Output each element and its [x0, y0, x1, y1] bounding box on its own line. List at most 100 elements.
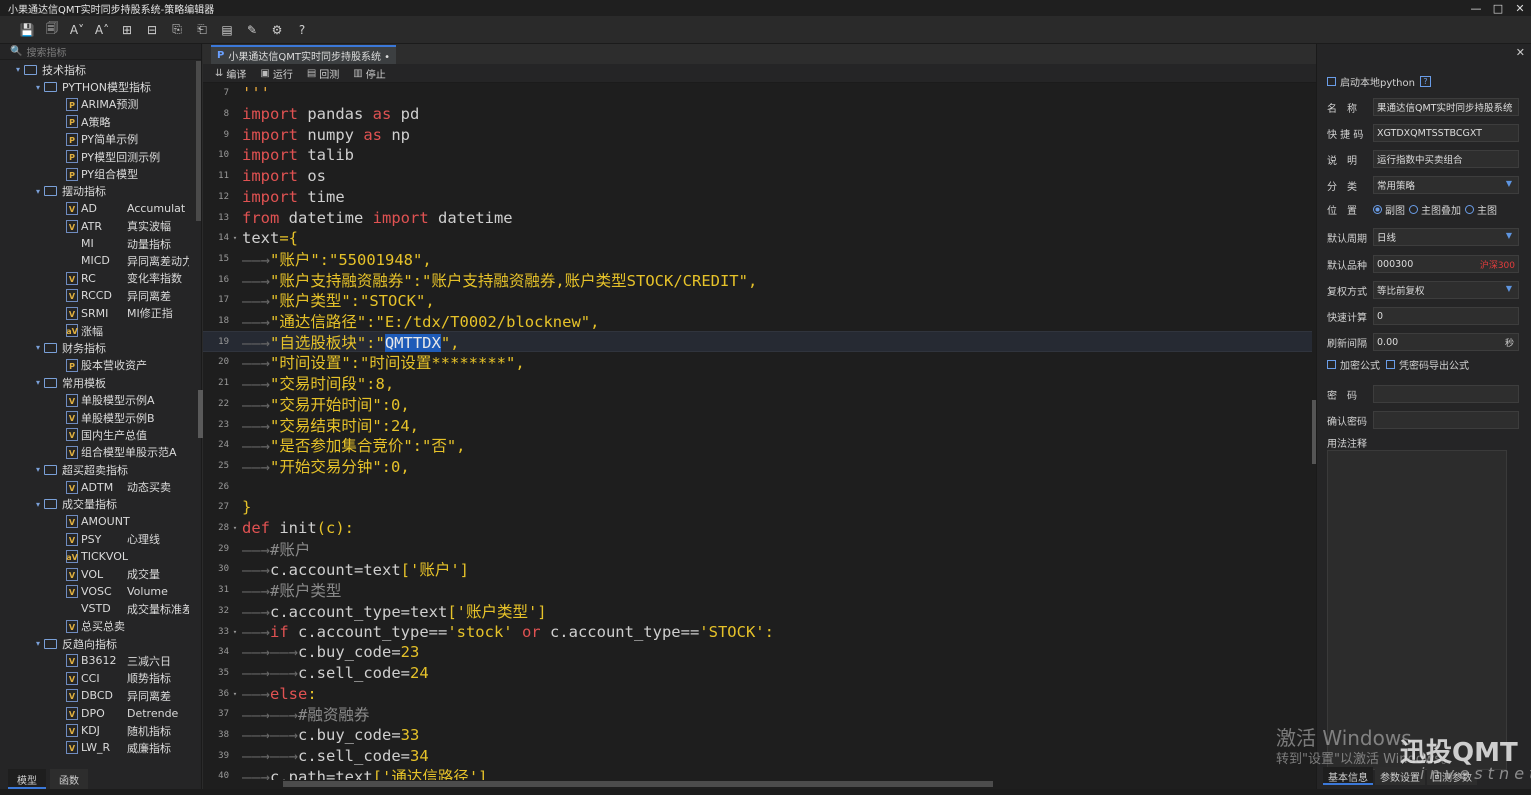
tree-item[interactable]: P 股本营收资产: [0, 357, 196, 374]
period-select[interactable]: 日线 ▼: [1373, 228, 1519, 246]
fold-toggle-icon[interactable]: ▾: [229, 628, 241, 636]
local-python-checkbox[interactable]: [1327, 77, 1336, 86]
code-line[interactable]: 15 ——→"账户":"55001948",: [203, 249, 1312, 270]
fold-toggle-icon[interactable]: ▾: [229, 524, 241, 532]
code-line[interactable]: 33 ▾ ——→if c.account_type=='stock' or c.ac…: [203, 621, 1312, 642]
code-line[interactable]: 17 ——→"账户类型":"STOCK",: [203, 290, 1312, 311]
editor-hscrollbar[interactable]: [283, 781, 993, 787]
expand-arrow-icon[interactable]: ▾: [32, 378, 44, 387]
code-line[interactable]: 23 ——→"交易结束时间":24,: [203, 414, 1312, 435]
tree-item[interactable]: V ADTM 动态买卖: [0, 478, 196, 495]
quick-calc-field[interactable]: 0: [1373, 307, 1519, 325]
tree-item[interactable]: MI 动量指标: [0, 235, 196, 252]
category-select[interactable]: 常用策略 ▼: [1373, 176, 1519, 194]
tree-folder[interactable]: ▾ 财务指标: [0, 339, 196, 356]
tree-item[interactable]: V 国内生产总值: [0, 426, 196, 443]
code-line[interactable]: 14 ▾ text={: [203, 228, 1312, 249]
code-line[interactable]: 39 ——→——→c.sell_code=34: [203, 745, 1312, 766]
tree-item[interactable]: aV 涨幅: [0, 322, 196, 339]
code-line[interactable]: 8 import pandas as pd: [203, 104, 1312, 125]
backtest-button[interactable]: ▤ 回测: [307, 66, 339, 81]
expand-arrow-icon[interactable]: ▾: [12, 65, 24, 74]
code-line[interactable]: 25 ——→"开始交易分钟":0,: [203, 456, 1312, 477]
radio-subchart[interactable]: [1373, 205, 1382, 214]
expand-arrow-icon[interactable]: ▾: [32, 639, 44, 648]
expand-arrow-icon[interactable]: ▾: [32, 465, 44, 474]
tree-item[interactable]: V VOL 成交量: [0, 565, 196, 582]
tree-item[interactable]: aV TICKVOL: [0, 548, 196, 565]
shortcut-field[interactable]: XGTDXQMTSSTBCGXT: [1373, 124, 1519, 142]
code-line[interactable]: 18 ——→"通达信路径":"E:/tdx/T0002/blocknew",: [203, 311, 1312, 332]
settings-icon[interactable]: ⚙: [268, 21, 286, 39]
tree-folder[interactable]: ▾ 常用模板: [0, 374, 196, 391]
code-line[interactable]: 27}: [203, 497, 1312, 518]
code-line[interactable]: 7 ''': [203, 83, 1312, 104]
tree-item[interactable]: V RC 变化率指数: [0, 270, 196, 287]
tab-params[interactable]: 参数设置: [1375, 767, 1425, 785]
adjust-select[interactable]: 等比前复权 ▼: [1373, 281, 1519, 299]
save-icon[interactable]: 💾: [18, 21, 36, 39]
tree-item[interactable]: V PSY 心理线: [0, 531, 196, 548]
tab-basic-info[interactable]: 基本信息: [1323, 767, 1373, 785]
expand-arrow-icon[interactable]: ▾: [32, 83, 44, 92]
minimize-icon[interactable]: —: [1465, 2, 1487, 15]
tree-item[interactable]: V AMOUNT: [0, 513, 196, 530]
tree-item[interactable]: V 组合模型单股示范A: [0, 444, 196, 461]
tab-models[interactable]: 模型: [8, 769, 46, 789]
code-line[interactable]: 32 ——→c.account_type=text['账户类型']: [203, 601, 1312, 622]
tree-item[interactable]: P ARIMA预测: [0, 96, 196, 113]
code-line[interactable]: 12 import time: [203, 187, 1312, 208]
tree-item[interactable]: V LW_R 威廉指标: [0, 739, 196, 756]
expand-arrow-icon[interactable]: ▾: [32, 343, 44, 352]
code-line[interactable]: 28 ▾ def init(c):: [203, 518, 1312, 539]
name-field[interactable]: 果通达信QMT实时同步持股系统: [1373, 98, 1519, 116]
export-checkbox[interactable]: [1386, 360, 1395, 369]
stop-button[interactable]: ▥ 停止: [353, 66, 385, 81]
copy-icon[interactable]: ⎘: [168, 21, 186, 39]
code-line[interactable]: 22 ——→"交易开始时间":0,: [203, 394, 1312, 415]
tree-folder[interactable]: ▾ 反趋向指标: [0, 635, 196, 652]
tree-folder[interactable]: ▾ 成交量指标: [0, 496, 196, 513]
font-decrease-icon[interactable]: A˅: [68, 21, 86, 39]
confirm-password-field[interactable]: [1373, 411, 1519, 429]
tab-functions[interactable]: 函数: [50, 769, 88, 789]
tree-item[interactable]: V CCI 顺势指标: [0, 670, 196, 687]
tree-folder[interactable]: ▾ PYTHON模型指标: [0, 78, 196, 95]
help-icon[interactable]: ?: [293, 21, 311, 39]
code-line[interactable]: 9 import numpy as np: [203, 124, 1312, 145]
code-line[interactable]: 40 ——→c.path=text['通达信路径']: [203, 766, 1312, 780]
tree-item[interactable]: VSTD 成交量标准差: [0, 600, 196, 617]
code-line[interactable]: 38 ——→——→c.buy_code=33: [203, 725, 1312, 746]
doc-edit-icon[interactable]: ✎: [243, 21, 261, 39]
compile-button[interactable]: ⇊ 编译: [215, 66, 246, 81]
code-line[interactable]: 30 ——→c.account=text['账户']: [203, 559, 1312, 580]
code-line[interactable]: 19 ——→"自选股板块":"QMTTDX",: [203, 331, 1312, 353]
save-all-icon[interactable]: 🗐: [43, 21, 61, 39]
code-line[interactable]: 26: [203, 476, 1312, 497]
tree-item[interactable]: V 总买总卖: [0, 618, 196, 635]
tree-folder[interactable]: ▾ 超买超卖指标: [0, 461, 196, 478]
expand-arrow-icon[interactable]: ▾: [32, 500, 44, 509]
tree-item[interactable]: P PY组合模型: [0, 165, 196, 182]
code-line[interactable]: 16 ——→"账户支持融资融券":"账户支持融资融券,账户类型STOCK/CRED…: [203, 269, 1312, 290]
tree-item[interactable]: V 单股模型示例A: [0, 391, 196, 408]
code-line[interactable]: 11 import os: [203, 166, 1312, 187]
tree-item[interactable]: V KDJ 随机指标: [0, 722, 196, 739]
tree-item[interactable]: V VOSC Volume: [0, 583, 196, 600]
code-line[interactable]: 10 import talib: [203, 145, 1312, 166]
tree-item[interactable]: V RCCD 异同离差: [0, 287, 196, 304]
font-increase-icon[interactable]: A˄: [93, 21, 111, 39]
code-line[interactable]: 34 ——→——→c.buy_code=23: [203, 642, 1312, 663]
editor-tab-strategy[interactable]: P 小果通达信QMT实时同步持股系统 •: [211, 45, 397, 64]
tree-item[interactable]: V SRMI MI修正指: [0, 304, 196, 321]
doc-icon[interactable]: ▤: [218, 21, 236, 39]
expand-arrow-icon[interactable]: ▾: [32, 187, 44, 196]
code-line[interactable]: 13 from datetime import datetime: [203, 207, 1312, 228]
help-icon[interactable]: ?: [1419, 76, 1431, 87]
encrypt-checkbox[interactable]: [1327, 360, 1336, 369]
code-line[interactable]: 31 ——→#账户类型: [203, 580, 1312, 601]
desc-field[interactable]: 运行指数中买卖组合: [1373, 150, 1519, 168]
fold-toggle-icon[interactable]: ▾: [229, 690, 241, 698]
tree-item[interactable]: V 单股模型示例B: [0, 409, 196, 426]
tree-item[interactable]: V B3612 三减六日: [0, 652, 196, 669]
